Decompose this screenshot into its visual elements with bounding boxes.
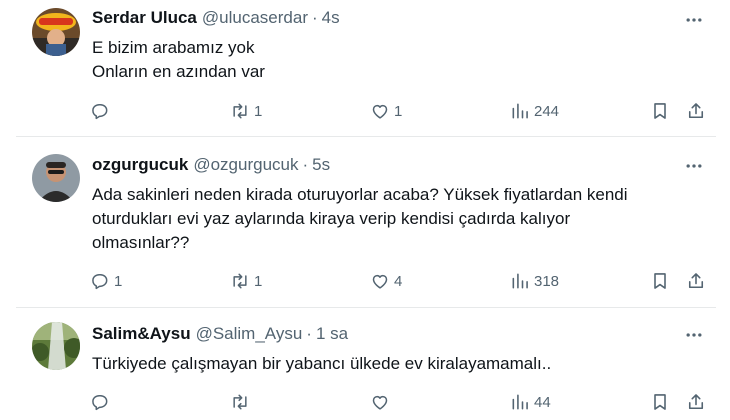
retweet-button[interactable]: 1 [230,270,262,292]
bookmark-button[interactable] [650,391,670,413]
more-options-button[interactable] [684,10,704,30]
reply-bubble-icon [90,271,110,291]
retweet-arrows-icon [230,271,250,291]
tweet-text-line: Türkiyede çalışmayan bir yabancı ülkede … [92,354,552,373]
retweet-button[interactable]: 1 [230,100,262,122]
views-button[interactable]: 318 [510,270,559,292]
reply-button[interactable]: 1 [90,270,122,292]
author-handle[interactable]: @ulucaserdar [202,8,308,28]
heart-icon [370,271,390,291]
bookmark-button[interactable] [650,270,670,292]
author-handle[interactable]: @ozgurgucuk [193,155,298,175]
avatar[interactable] [32,8,80,56]
reply-bubble-icon [90,392,110,412]
heart-icon [370,392,390,412]
share-upload-icon [686,101,706,121]
bar-chart-icon [510,392,530,412]
view-count: 318 [534,272,560,290]
timestamp[interactable]: 1 sa [316,324,348,344]
tweet[interactable]: ozgurgucuk @ozgurgucuk · 5s Ada sakinler… [0,137,730,307]
author-name[interactable]: Salim&Aysu [92,324,191,344]
share-button[interactable] [686,100,706,122]
author-name[interactable]: Serdar Uluca [92,8,197,28]
more-horizontal-icon [684,10,704,30]
bar-chart-icon [510,271,530,291]
tweet-feed: Serdar Uluca @ulucaserdar · 4s E bizim a… [0,0,730,420]
retweet-count: 1 [254,272,263,290]
reply-button[interactable] [90,100,114,122]
tweet-header: Salim&Aysu @Salim_Aysu · 1 sa [92,324,348,344]
retweet-button[interactable] [230,391,254,413]
bookmark-icon [650,271,670,291]
views-button[interactable]: 244 [510,100,559,122]
more-options-button[interactable] [684,325,704,345]
like-button[interactable]: 4 [370,270,402,292]
more-horizontal-icon [684,156,704,176]
share-upload-icon [686,392,706,412]
like-button[interactable] [370,391,394,413]
share-button[interactable] [686,391,706,413]
reply-button[interactable] [90,391,114,413]
bookmark-icon [650,392,670,412]
tweet-text-line: Onların en azından var [92,62,265,81]
avatar[interactable] [32,154,80,202]
timestamp[interactable]: 4s [322,8,340,28]
bar-chart-icon [510,101,530,121]
retweet-count: 1 [254,102,263,120]
retweet-arrows-icon [230,101,250,121]
tweet-header: ozgurgucuk @ozgurgucuk · 5s [92,155,330,175]
separator-dot: · [311,8,318,27]
share-upload-icon [686,271,706,291]
tweet[interactable]: Serdar Uluca @ulucaserdar · 4s E bizim a… [0,0,730,136]
avatar[interactable] [32,322,80,370]
tweet-text-line: Ada sakinleri neden kirada oturuyorlar a… [92,185,628,204]
like-count: 1 [394,102,403,120]
tweet-header: Serdar Uluca @ulucaserdar · 4s [92,8,340,28]
share-button[interactable] [686,270,706,292]
like-count: 4 [394,272,403,290]
views-button[interactable]: 44 [510,391,551,413]
bookmark-icon [650,101,670,121]
author-handle[interactable]: @Salim_Aysu [196,324,303,344]
bookmark-button[interactable] [650,100,670,122]
tweet-text-line: oturdukları evi yaz aylarında kiraya ver… [92,209,571,228]
separator-dot: · [306,324,312,343]
reply-bubble-icon [90,101,110,121]
like-button[interactable]: 1 [370,100,402,122]
heart-icon [370,101,390,121]
reply-count: 1 [114,272,123,290]
view-count: 244 [534,102,560,120]
tweet[interactable]: Salim&Aysu @Salim_Aysu · 1 sa Türkiyede … [0,308,730,420]
timestamp[interactable]: 5s [312,155,330,175]
view-count: 44 [534,393,551,411]
separator-dot: · [302,155,309,174]
author-name[interactable]: ozgurgucuk [92,155,188,175]
retweet-arrows-icon [230,392,250,412]
tweet-text-line: E bizim arabamız yok [92,38,255,57]
more-options-button[interactable] [684,156,704,176]
tweet-text-line: olmasınlar?? [92,233,190,252]
more-horizontal-icon [684,325,704,345]
